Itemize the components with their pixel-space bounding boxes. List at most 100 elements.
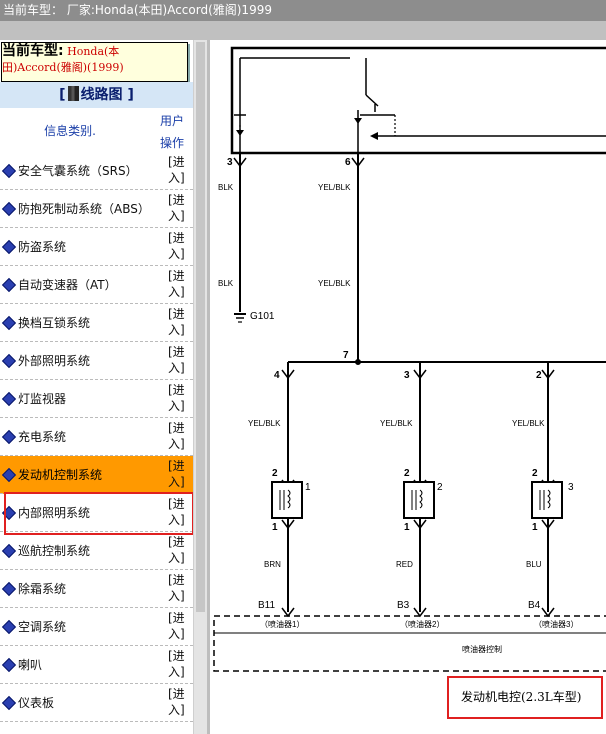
branch-wire-yelblk-2: YEL/BLK xyxy=(380,419,413,428)
menu-row[interactable]: 防抱死制动系统（ABS） [进 入] xyxy=(0,190,193,228)
menu-item-label: 换档互锁系统 xyxy=(18,316,91,330)
wiring-diagram: 3 6 BLK BLK G101 YEL/BLK YEL/BLK 7 4 YEL… xyxy=(213,46,606,672)
pin-6-top: 6 xyxy=(345,157,351,168)
header-open-bracket: [ xyxy=(59,87,66,103)
enter-link[interactable]: [进 入] xyxy=(168,382,188,414)
diamond-bullet-icon xyxy=(1,201,17,216)
column-header-op-line1: 用户 xyxy=(159,114,184,128)
menu-row[interactable]: 仪表板 [进 入] xyxy=(0,684,193,722)
enter-link-line1: [进 xyxy=(168,687,185,701)
menu-row[interactable]: 除霜系统 [进 入] xyxy=(0,570,193,608)
enter-link[interactable]: [进 入] xyxy=(168,534,188,566)
enter-link-line1: [进 xyxy=(168,573,185,587)
enter-link-line1: [进 xyxy=(168,535,185,549)
menu-item[interactable]: 自动变速器（AT） xyxy=(0,266,163,303)
menu-row[interactable]: 空调系统 [进 入] xyxy=(0,608,193,646)
menu-row[interactable]: 防盗系统 [进 入] xyxy=(0,228,193,266)
diamond-bullet-icon xyxy=(1,581,17,596)
enter-link-line2: 入] xyxy=(168,627,185,641)
title-bar: 当前车型： 厂家:Honda(本田)Accord(雅阁)1999 xyxy=(0,0,606,21)
diamond-bullet-icon xyxy=(1,163,17,178)
injector-1-coil xyxy=(271,481,303,519)
menu-item[interactable]: 发动机控制系统 xyxy=(0,456,163,493)
header-close-bracket: ] xyxy=(127,87,134,103)
menu-item[interactable]: 灯监视器 xyxy=(0,380,163,417)
menu-row[interactable]: 巡航控制系统 [进 入] xyxy=(0,532,193,570)
enter-link-line1: [进 xyxy=(168,269,185,283)
menu-row[interactable]: 自动变速器（AT） [进 入] xyxy=(0,266,193,304)
wire-red: RED xyxy=(396,560,413,569)
menu-item-label: 仪表板 xyxy=(18,696,55,710)
ecm-pin-b11: B11 xyxy=(258,600,275,611)
enter-link[interactable]: [进 入] xyxy=(168,344,188,376)
branch-wire-yelblk-1: YEL/BLK xyxy=(248,419,281,428)
enter-link[interactable]: [进 入] xyxy=(168,610,188,642)
menu-item-label: 安全气囊系统（SRS） xyxy=(18,164,138,178)
menu-row[interactable]: 换档互锁系统 [进 入] xyxy=(0,304,193,342)
enter-link[interactable]: [进 入] xyxy=(168,420,188,452)
injector-2-coil xyxy=(403,481,435,519)
diamond-bullet-icon xyxy=(1,239,17,254)
enter-link-line1: [进 xyxy=(168,193,185,207)
book-icon xyxy=(67,86,79,101)
menu-row[interactable]: 发动机控制系统 [进 入] xyxy=(0,456,193,494)
enter-link[interactable]: [进 入] xyxy=(168,192,188,224)
enter-link-line1: [进 xyxy=(168,307,185,321)
menu-item[interactable]: 空调系统 xyxy=(0,608,163,645)
menu-item[interactable]: 防抱死制动系统（ABS） xyxy=(0,190,163,227)
menu-row[interactable]: 充电系统 [进 入] xyxy=(0,418,193,456)
diamond-bullet-icon xyxy=(1,277,17,292)
sidebar-scrollbar[interactable] xyxy=(193,40,207,734)
menu-item[interactable]: 安全气囊系统（SRS） xyxy=(0,152,163,189)
menu-row[interactable]: 喇叭 [进 入] xyxy=(0,646,193,684)
enter-link-line2: 入] xyxy=(168,171,185,185)
wire-label-blk-2: BLK xyxy=(218,279,234,288)
wiring-diagram-header[interactable]: [线路图 ] xyxy=(0,82,193,108)
menu-item[interactable]: 外部照明系统 xyxy=(0,342,163,379)
menu-row[interactable]: 灯监视器 [进 入] xyxy=(0,380,193,418)
enter-link[interactable]: [进入] xyxy=(168,154,188,186)
menu-item[interactable]: 巡航控制系统 xyxy=(0,532,163,569)
menu-item[interactable]: 充电系统 xyxy=(0,418,163,455)
enter-link[interactable]: [进入] xyxy=(168,648,188,680)
enter-link[interactable]: [进 入] xyxy=(168,458,188,490)
enter-link-line1: [进 xyxy=(168,649,185,663)
injector-branch-1: 4 YEL/BLK 2 1 1 BRN B11 xyxy=(248,362,311,618)
diagram-caption: 发动机电控(2.3L车型) xyxy=(447,676,603,719)
column-header-info-category: 信息类别. xyxy=(44,124,96,138)
diamond-bullet-icon xyxy=(1,429,17,444)
menu-item[interactable]: 换档互锁系统 xyxy=(0,304,163,341)
injector2-side-pin: 2 xyxy=(437,482,443,493)
menu-item-label: 空调系统 xyxy=(18,620,67,634)
branch-pin-4: 4 xyxy=(274,370,280,381)
injector-name-3: （喷油器3） xyxy=(534,619,578,629)
menu-row[interactable]: 外部照明系统 [进 入] xyxy=(0,342,193,380)
menu-item-label: 外部照明系统 xyxy=(18,354,91,368)
diamond-bullet-icon xyxy=(1,657,17,672)
current-car-label: 当前车型: xyxy=(2,43,64,59)
relay-block xyxy=(230,46,606,155)
menu-item[interactable]: 除霜系统 xyxy=(0,570,163,607)
enter-link-line2: 入] xyxy=(168,665,185,679)
enter-link-line2: 入] xyxy=(168,361,185,375)
wire-brn: BRN xyxy=(264,560,281,569)
enter-link[interactable]: [进 入] xyxy=(168,230,188,262)
menu-item[interactable]: 仪表板 xyxy=(0,684,163,721)
menu-item[interactable]: 喇叭 xyxy=(0,646,163,683)
enter-link[interactable]: [进 入] xyxy=(168,686,188,718)
injector1-side-pin: 1 xyxy=(305,482,311,493)
enter-link-line1: [进 xyxy=(168,155,185,169)
menu-item-label: 充电系统 xyxy=(18,430,67,444)
ecm-pin-b3: B3 xyxy=(397,600,410,611)
enter-link[interactable]: [进入] xyxy=(168,572,188,604)
enter-link[interactable]: [进 入] xyxy=(168,268,188,300)
menu-row[interactable]: 安全气囊系统（SRS） [进入] xyxy=(0,152,193,190)
sidebar: 当前车型: Honda(本田)Accord(雅阁)(1999) [线路图 ] 信… xyxy=(0,40,193,734)
enter-link-line2: 入] xyxy=(168,589,185,603)
menu-item-label: 防盗系统 xyxy=(18,240,67,254)
enter-link[interactable]: [进 入] xyxy=(168,306,188,338)
injector2-pin-top: 2 xyxy=(404,468,410,479)
diamond-bullet-icon xyxy=(1,353,17,368)
menu-item[interactable]: 防盗系统 xyxy=(0,228,163,265)
scrollbar-thumb[interactable] xyxy=(196,42,205,612)
